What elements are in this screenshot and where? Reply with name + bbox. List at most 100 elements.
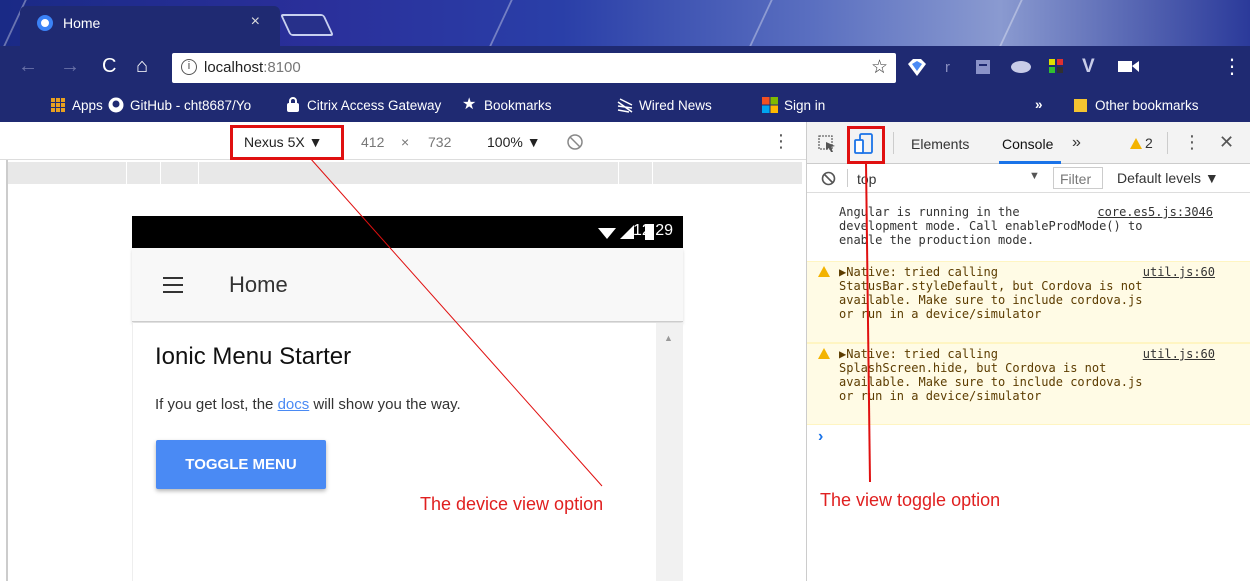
bookmark-wired[interactable]: Wired News bbox=[617, 97, 712, 113]
bookmark-citrix[interactable]: Citrix Access Gateway bbox=[285, 97, 445, 113]
media-query-segment[interactable] bbox=[126, 162, 160, 184]
site-info-icon[interactable]: i bbox=[181, 59, 197, 75]
intro-text: If you get lost, the docs will show you … bbox=[155, 396, 461, 413]
extension-grid-icon[interactable] bbox=[1048, 58, 1064, 78]
zoom-select[interactable]: 100% ▼ bbox=[487, 134, 541, 150]
extension-v-icon[interactable]: V bbox=[1082, 56, 1095, 77]
tab-close-icon[interactable]: × bbox=[251, 13, 260, 31]
console-filter-input[interactable]: Filter bbox=[1053, 167, 1103, 189]
address-bar[interactable]: i localhost:8100 ☆ bbox=[172, 53, 896, 83]
message-line: enable the production mode. bbox=[839, 233, 1035, 247]
citrix-icon bbox=[287, 97, 299, 112]
console-filter-bar: top ▼ Filter Default levels ▼ bbox=[807, 164, 1250, 193]
browser-menu-icon[interactable]: ⋮ bbox=[1222, 54, 1242, 78]
warning-counter[interactable]: 2 bbox=[1130, 135, 1153, 151]
bookmark-bookmarks[interactable]: ★ Bookmarks bbox=[462, 97, 552, 113]
message-line[interactable]: ▶Native: tried calling bbox=[839, 265, 998, 280]
bookmark-github[interactable]: GitHub - cht8687/Yo bbox=[108, 97, 251, 113]
new-tab-button[interactable] bbox=[279, 14, 335, 36]
other-bookmarks[interactable]: Other bookmarks bbox=[1073, 97, 1199, 113]
media-query-segment[interactable] bbox=[198, 162, 618, 184]
log-levels-select[interactable]: Default levels ▼ bbox=[1117, 170, 1219, 186]
bookmark-label: Wired News bbox=[639, 97, 712, 113]
context-dropdown-icon[interactable]: ▼ bbox=[1029, 170, 1040, 182]
bookmark-sign-in[interactable]: Sign in bbox=[762, 97, 825, 113]
message-line: StatusBar.styleDefault, but Cordova is n… bbox=[839, 279, 1143, 293]
warning-icon bbox=[1130, 138, 1142, 149]
browser-tab[interactable]: Home × bbox=[20, 6, 280, 46]
toolbar-divider bbox=[893, 132, 894, 154]
bookmarks-overflow-button[interactable]: » bbox=[1035, 97, 1043, 112]
tab-console[interactable]: Console bbox=[1002, 136, 1053, 152]
context-select[interactable]: top bbox=[857, 171, 876, 187]
bookmarks-bar: Apps GitHub - cht8687/Yo Citrix Access G… bbox=[0, 90, 1250, 122]
toggle-menu-button[interactable]: TOGGLE MENU bbox=[156, 440, 326, 489]
media-query-segment[interactable] bbox=[652, 162, 690, 184]
message-line: or run in a device/simulator bbox=[839, 389, 1042, 403]
media-query-segment[interactable] bbox=[618, 162, 652, 184]
app-header-title: Home bbox=[229, 272, 288, 297]
console-prompt[interactable]: › bbox=[818, 428, 823, 446]
phone-clock: 12:29 bbox=[632, 222, 673, 239]
console-message-warning: ▶Native: tried calling util.js:60 Status… bbox=[807, 261, 1250, 343]
star-icon: ★ bbox=[462, 96, 477, 113]
docs-link[interactable]: docs bbox=[278, 396, 310, 413]
folder-icon bbox=[1074, 99, 1087, 112]
clear-console-icon[interactable] bbox=[821, 171, 836, 186]
app-header: Home bbox=[132, 248, 683, 322]
message-line: available. Make sure to include cordova.… bbox=[839, 293, 1143, 307]
bookmark-label: Sign in bbox=[784, 97, 826, 113]
warning-icon bbox=[818, 348, 830, 359]
message-source-link[interactable]: util.js:60 bbox=[1143, 347, 1215, 362]
windows-icon bbox=[762, 97, 778, 113]
viewport-height[interactable]: 732 bbox=[428, 134, 451, 150]
app-scrollbar[interactable]: ▲ bbox=[656, 323, 683, 581]
url-text: localhost:8100 bbox=[204, 59, 301, 76]
device-more-icon[interactable]: ⋮ bbox=[772, 131, 790, 152]
warning-icon bbox=[818, 266, 830, 277]
bookmark-label: Apps bbox=[72, 97, 103, 113]
tab-title: Home bbox=[63, 15, 101, 31]
console-message-warning: ▶Native: tried calling util.js:60 Splash… bbox=[807, 343, 1250, 425]
devtools-menu-icon[interactable]: ⋮ bbox=[1183, 132, 1201, 153]
back-arrow-icon[interactable]: ← bbox=[18, 55, 38, 78]
signal-icon bbox=[598, 225, 634, 239]
phone-status-bar: 12:29 bbox=[132, 216, 683, 248]
message-line: Angular is running in the bbox=[839, 205, 1020, 219]
extension-doc-icon[interactable] bbox=[975, 58, 991, 78]
browser-toolbar: ← → C ⌂ i localhost:8100 ☆ r V ⋮ bbox=[0, 46, 1250, 90]
bookmark-star-icon[interactable]: ☆ bbox=[871, 56, 888, 79]
scroll-up-icon[interactable]: ▲ bbox=[664, 333, 673, 343]
tab-elements[interactable]: Elements bbox=[911, 136, 969, 152]
message-line[interactable]: ▶Native: tried calling bbox=[839, 347, 998, 362]
media-query-bar[interactable] bbox=[8, 162, 802, 184]
bookmark-apps[interactable]: Apps bbox=[50, 97, 103, 113]
apps-grid-icon bbox=[51, 98, 65, 112]
device-toolbar: Nexus 5X ▼ 412 × 732 100% ▼ ⋮ bbox=[0, 122, 806, 160]
browser-title-bar: Home × bbox=[0, 0, 1250, 46]
view-toggle-highlight bbox=[847, 126, 885, 164]
viewport-width[interactable]: 412 bbox=[361, 134, 384, 150]
ionic-favicon-icon bbox=[37, 15, 53, 31]
extension-r-icon[interactable]: r bbox=[945, 59, 950, 79]
inspect-element-icon[interactable] bbox=[818, 135, 836, 153]
home-icon[interactable]: ⌂ bbox=[136, 55, 148, 78]
message-source-link[interactable]: core.es5.js:3046 bbox=[1097, 205, 1213, 220]
hamburger-menu-icon[interactable] bbox=[163, 277, 183, 298]
extension-diamond-icon[interactable] bbox=[906, 58, 928, 78]
media-query-segment[interactable] bbox=[160, 162, 198, 184]
console-message-info: Angular is running in the core.es5.js:30… bbox=[807, 205, 1250, 262]
reload-icon[interactable]: C bbox=[102, 55, 116, 78]
forward-arrow-icon[interactable]: → bbox=[60, 55, 80, 78]
more-tabs-button[interactable]: » bbox=[1072, 134, 1081, 152]
page-title: Ionic Menu Starter bbox=[155, 343, 352, 370]
extension-cloud-icon[interactable] bbox=[1010, 58, 1032, 78]
rotate-icon[interactable] bbox=[566, 133, 584, 151]
message-source-link[interactable]: util.js:60 bbox=[1143, 265, 1215, 280]
extension-camera-icon[interactable] bbox=[1117, 58, 1141, 78]
devtools-panel: Elements Console » 2 ⋮ ✕ top ▼ Filter De… bbox=[806, 122, 1250, 581]
filter-divider bbox=[847, 169, 848, 187]
toolbar-divider bbox=[1167, 132, 1168, 154]
device-view-highlight bbox=[230, 125, 344, 160]
devtools-close-icon[interactable]: ✕ bbox=[1219, 132, 1234, 153]
